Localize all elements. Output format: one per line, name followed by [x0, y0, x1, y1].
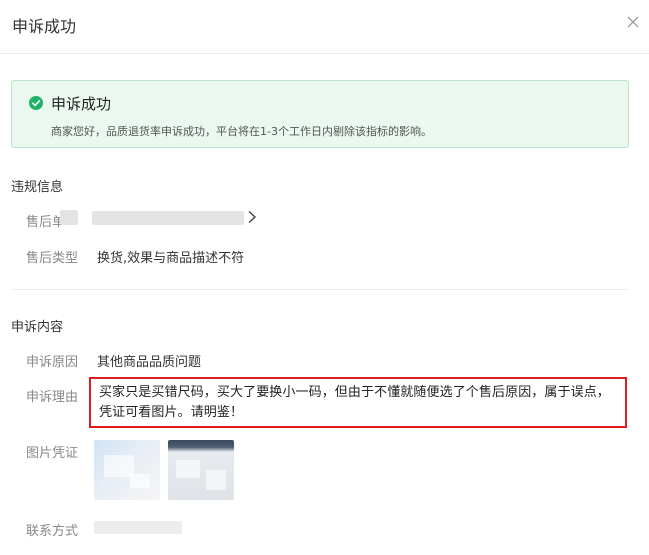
- appeal-reason-label: 申诉原因: [26, 355, 79, 370]
- appeal-explanation-label: 申诉理由: [26, 390, 79, 405]
- redacted-contact: [94, 521, 182, 534]
- evidence-image-2[interactable]: [168, 440, 234, 500]
- success-alert: 申诉成功 商家您好，品质退货率申诉成功，平台将在1-3个工作日内剔除该指标的影响…: [11, 80, 629, 148]
- section-divider: [11, 289, 629, 290]
- appeal-explanation-value: 买家只是买错尺码，买大了要换小一码，但由于不懂就随便选了个售后原因，属于误点，凭…: [99, 385, 610, 420]
- violation-section-title: 违规信息: [11, 180, 64, 195]
- contact-label: 联系方式: [26, 524, 79, 539]
- chevron-right-icon[interactable]: [247, 210, 257, 224]
- dialog-title: 申诉成功: [12, 17, 77, 36]
- after-sale-type-label: 售后类型: [26, 251, 79, 266]
- appeal-reason-value: 其他商品品质问题: [97, 355, 202, 370]
- evidence-image-1[interactable]: [94, 440, 160, 500]
- dialog-header: 申诉成功: [0, 0, 649, 54]
- success-description: 商家您好，品质退货率申诉成功，平台将在1-3个工作日内剔除该指标的影响。: [51, 125, 432, 138]
- close-icon[interactable]: [625, 14, 641, 30]
- redacted-after-sale-number: [92, 211, 244, 225]
- after-sale-type-value: 换货,效果与商品描述不符: [97, 251, 245, 266]
- check-circle-icon: [29, 96, 43, 110]
- evidence-images-label: 图片凭证: [26, 446, 79, 461]
- success-title: 申诉成功: [51, 95, 112, 113]
- appeal-explanation-highlight: 买家只是买错尺码，买大了要换小一码，但由于不懂就随便选了个售后原因，属于误点，凭…: [89, 377, 627, 428]
- appeal-section-title: 申诉内容: [11, 320, 64, 335]
- redacted-label-fragment: [60, 210, 78, 225]
